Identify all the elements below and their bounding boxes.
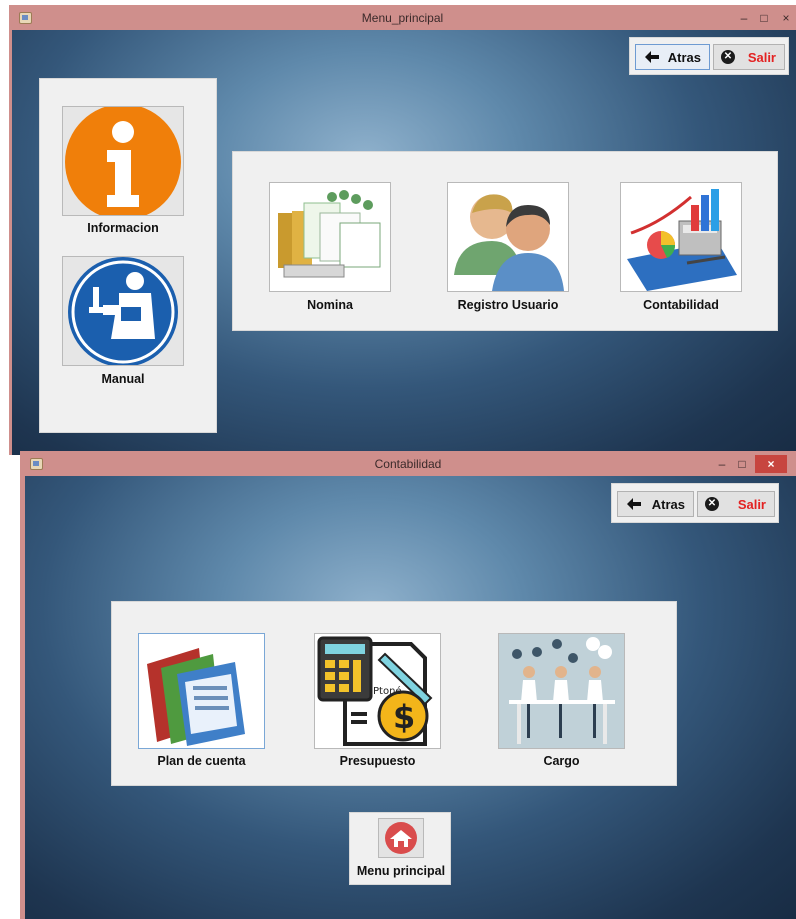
nav-panel: Atras ✕ Salir — [611, 483, 779, 523]
users-icon — [454, 194, 564, 291]
window-title: Menu_principal — [361, 11, 444, 25]
salir-label: Salir — [737, 497, 766, 512]
close-button[interactable]: × — [755, 455, 787, 473]
informacion-label: Informacion — [87, 221, 159, 235]
salir-button[interactable]: ✕ Salir — [713, 44, 785, 70]
main-panel: Nomina Registro Usuario Contabilidad — [232, 151, 778, 331]
maximize-button[interactable]: □ — [756, 9, 772, 27]
svg-text:$: $ — [393, 698, 415, 736]
info-icon — [65, 107, 181, 215]
contabilidad-panel: Plan de cuenta $ Ptoné Presupuesto Cargo — [111, 601, 677, 786]
cargo-label: Cargo — [543, 754, 580, 768]
budget-calculator-icon: $ Ptoné — [317, 636, 433, 746]
arrow-left-icon — [627, 498, 641, 510]
accounting-chart-icon — [627, 189, 737, 291]
home-panel: Menu principal — [349, 812, 451, 885]
nav-panel: Atras ✕ Salir — [629, 37, 789, 75]
salir-label: Salir — [747, 50, 776, 65]
nomina-label: Nomina — [307, 298, 353, 312]
registro-usuario-button[interactable] — [447, 182, 569, 292]
home-icon — [385, 822, 417, 854]
account-folders-icon — [147, 648, 245, 746]
manual-button[interactable] — [62, 256, 184, 366]
presupuesto-label: Presupuesto — [339, 754, 416, 768]
budget-image-text: Ptoné — [373, 685, 402, 697]
menu-principal-label: Menu principal — [356, 864, 446, 878]
plan-de-cuenta-label: Plan de cuenta — [157, 754, 246, 768]
minimize-button[interactable]: – — [714, 455, 730, 473]
presupuesto-button[interactable]: $ Ptoné — [314, 633, 441, 749]
plan-de-cuenta-button[interactable] — [138, 633, 265, 749]
atras-label: Atras — [667, 50, 701, 65]
nomina-button[interactable] — [269, 182, 391, 292]
window-title: Contabilidad — [374, 457, 442, 471]
titlebar[interactable]: Contabilidad – □ × — [20, 451, 796, 479]
minimize-button[interactable]: – — [736, 9, 752, 27]
contabilidad-window: Contabilidad – □ × Atras ✕ Salir Plan de… — [20, 451, 796, 919]
informacion-button[interactable] — [62, 106, 184, 216]
payroll-documents-icon — [278, 190, 381, 278]
registro-usuario-label: Registro Usuario — [457, 298, 559, 312]
positions-team-icon — [499, 634, 624, 748]
arrow-left-icon — [645, 51, 659, 63]
atras-button[interactable]: Atras — [635, 44, 710, 70]
contabilidad-label: Contabilidad — [643, 298, 719, 312]
client-area: Atras ✕ Salir Informacion Manual Nomina … — [12, 30, 796, 455]
manual-reader-icon — [68, 257, 178, 365]
atras-label: Atras — [651, 497, 685, 512]
close-circle-icon: ✕ — [721, 50, 735, 64]
contabilidad-button[interactable] — [620, 182, 742, 292]
client-area: Atras ✕ Salir Plan de cuenta $ Ptoné Pre… — [25, 476, 796, 919]
side-panel: Informacion Manual — [39, 78, 217, 433]
manual-label: Manual — [101, 372, 145, 386]
titlebar[interactable]: Menu_principal – □ × — [9, 5, 796, 33]
menu-principal-button[interactable] — [378, 818, 424, 858]
salir-button[interactable]: ✕ Salir — [697, 491, 775, 517]
maximize-button[interactable]: □ — [734, 455, 750, 473]
cargo-button[interactable] — [498, 633, 625, 749]
atras-button[interactable]: Atras — [617, 491, 694, 517]
close-circle-icon: ✕ — [705, 497, 719, 511]
menu-principal-window: Menu_principal – □ × Atras ✕ Salir Infor… — [9, 5, 796, 455]
close-button[interactable]: × — [778, 9, 794, 27]
